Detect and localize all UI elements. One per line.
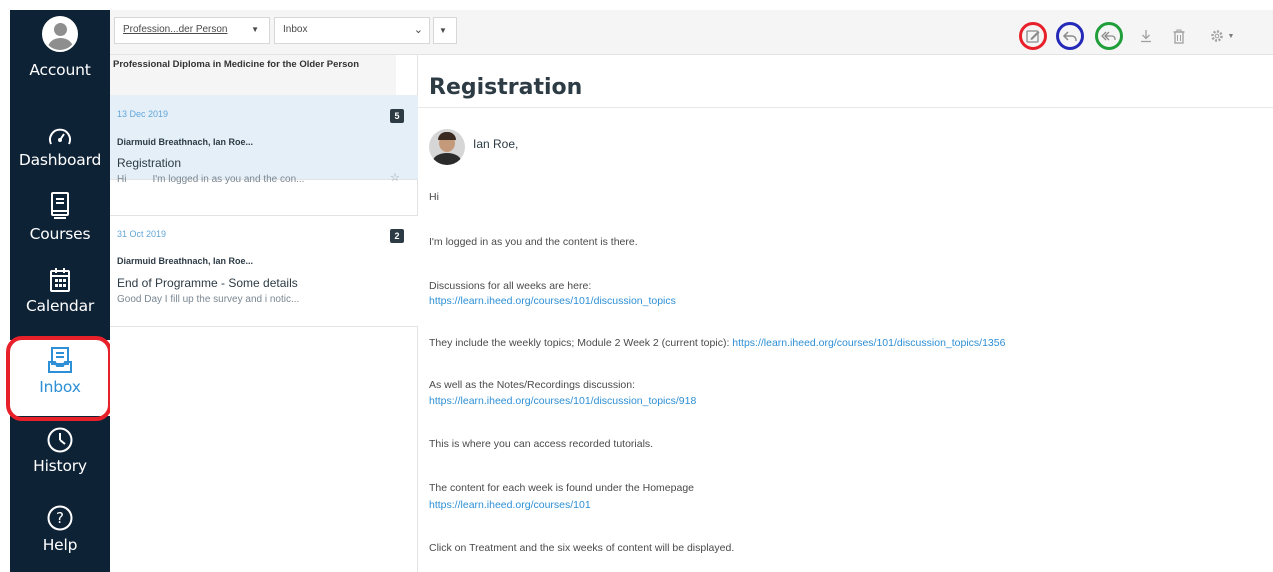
inbox-highlight-annotation: [6, 336, 112, 421]
message-subject: Registration: [429, 75, 583, 100]
reply-all-highlight-annotation: [1095, 22, 1123, 50]
caret-down-icon: ▼: [251, 25, 259, 34]
conversation-date: 31 Oct 2019: [117, 229, 167, 239]
conversation-preview: Good Day I fill up the survey and i noti…: [117, 294, 300, 305]
course-name: Professional Diploma in Medicine for the…: [113, 59, 359, 70]
message-text: They include the weekly topics; Module 2…: [429, 337, 1005, 349]
nav-courses-label: Courses: [29, 225, 91, 243]
message-count-badge: 2: [390, 229, 404, 243]
course-filter-select[interactable]: Profession...der Person ▼: [114, 17, 270, 44]
conversation-preview: Hi I'm logged in as you and the con...: [117, 174, 304, 185]
trash-icon: [1173, 29, 1185, 44]
course-filter-value: Profession...der Person: [123, 24, 228, 35]
compose-highlight-annotation: [1019, 22, 1047, 50]
message-text: The content for each week is found under…: [429, 482, 695, 494]
nav-help-label: Help: [42, 536, 78, 554]
settings-menu-button[interactable]: ▼: [1203, 23, 1241, 49]
archive-button[interactable]: [1132, 23, 1160, 49]
conversation-item[interactable]: 13 Dec 2019 5 Diarmuid Breathnach, Ian R…: [110, 95, 418, 185]
global-nav: Account Dashboard Courses Calendar Histo…: [10, 10, 110, 572]
conversation-date: 13 Dec 2019: [117, 109, 169, 119]
nav-dashboard[interactable]: Dashboard: [10, 125, 110, 169]
help-question-icon: ?: [47, 505, 73, 531]
nav-account-label: Account: [29, 61, 91, 79]
nav-help[interactable]: ? Help: [10, 504, 110, 554]
nav-courses[interactable]: Courses: [10, 191, 110, 243]
reply-highlight-annotation: [1056, 22, 1084, 50]
preview-greeting: Hi: [117, 174, 127, 185]
caret-down-icon: ▼: [439, 26, 447, 35]
nav-dashboard-label: Dashboard: [18, 151, 102, 169]
nav-history[interactable]: History: [10, 426, 110, 475]
conversation-subject: End of Programme - Some details: [117, 276, 298, 290]
mailbox-filter-select[interactable]: Inbox ⌄: [274, 17, 430, 44]
dashboard-gauge-icon: [49, 128, 71, 145]
caret-down-icon: ▼: [1227, 32, 1235, 40]
mailbox-filter-value: Inbox: [283, 24, 308, 35]
delete-button[interactable]: [1165, 23, 1193, 49]
message-text: As well as the Notes/Recordings discussi…: [429, 379, 636, 391]
message-link[interactable]: https://learn.iheed.org/courses/101: [429, 499, 591, 511]
divider: [418, 107, 1273, 108]
message-text-span: They include the weekly topics; Module 2…: [429, 337, 733, 349]
nav-calendar-label: Calendar: [25, 297, 95, 315]
message-link[interactable]: https://learn.iheed.org/courses/101/disc…: [429, 295, 676, 307]
message-pane: Registration Ian Roe, Hi I'm logged in a…: [418, 55, 1273, 572]
svg-text:?: ?: [56, 509, 64, 527]
inbox-toolbar: Profession...der Person ▼ Inbox ⌄ ▼ ▼: [110, 10, 1273, 55]
history-clock-icon: [47, 427, 73, 453]
message-text: Discussions for all weeks are here:: [429, 280, 592, 292]
message-text: Click on Treatment and the six weeks of …: [429, 542, 735, 554]
message-greeting: Hi: [429, 191, 439, 203]
conversation-list: Professional Diploma in Medicine for the…: [110, 55, 418, 572]
gear-icon: [1210, 30, 1223, 42]
conversation-participants: Diarmuid Breathnach, Ian Roe...: [117, 256, 254, 266]
chevron-down-icon: ⌄: [413, 24, 423, 36]
course-header: Professional Diploma in Medicine for the…: [110, 55, 396, 95]
message-link[interactable]: https://learn.iheed.org/courses/101/disc…: [732, 337, 1005, 349]
archive-download-icon: [1141, 30, 1151, 43]
nav-history-label: History: [33, 457, 87, 475]
conversation-participants: Diarmuid Breathnach, Ian Roe...: [117, 137, 254, 147]
conversation-subject: Registration: [117, 156, 182, 170]
nav-account[interactable]: Account: [10, 16, 110, 79]
courses-book-icon: [51, 192, 69, 219]
conversation-item[interactable]: 31 Oct 2019 2 Diarmuid Breathnach, Ian R…: [110, 215, 418, 327]
message-text: This is where you can access recorded tu…: [429, 438, 654, 450]
preview-text: I'm logged in as you and the con...: [152, 174, 305, 185]
nav-calendar[interactable]: Calendar: [10, 267, 110, 315]
message-count-badge: 5: [390, 109, 404, 123]
message-link[interactable]: https://learn.iheed.org/courses/101/disc…: [429, 395, 696, 407]
message-text: I'm logged in as you and the content is …: [429, 236, 638, 248]
calendar-icon: [50, 268, 70, 292]
star-icon[interactable]: ☆: [390, 171, 400, 184]
sender-name[interactable]: Ian Roe,: [473, 137, 518, 151]
sender-avatar[interactable]: [429, 129, 465, 165]
conversation-type-dropdown[interactable]: ▼: [433, 17, 457, 44]
account-avatar-icon: [42, 16, 78, 52]
